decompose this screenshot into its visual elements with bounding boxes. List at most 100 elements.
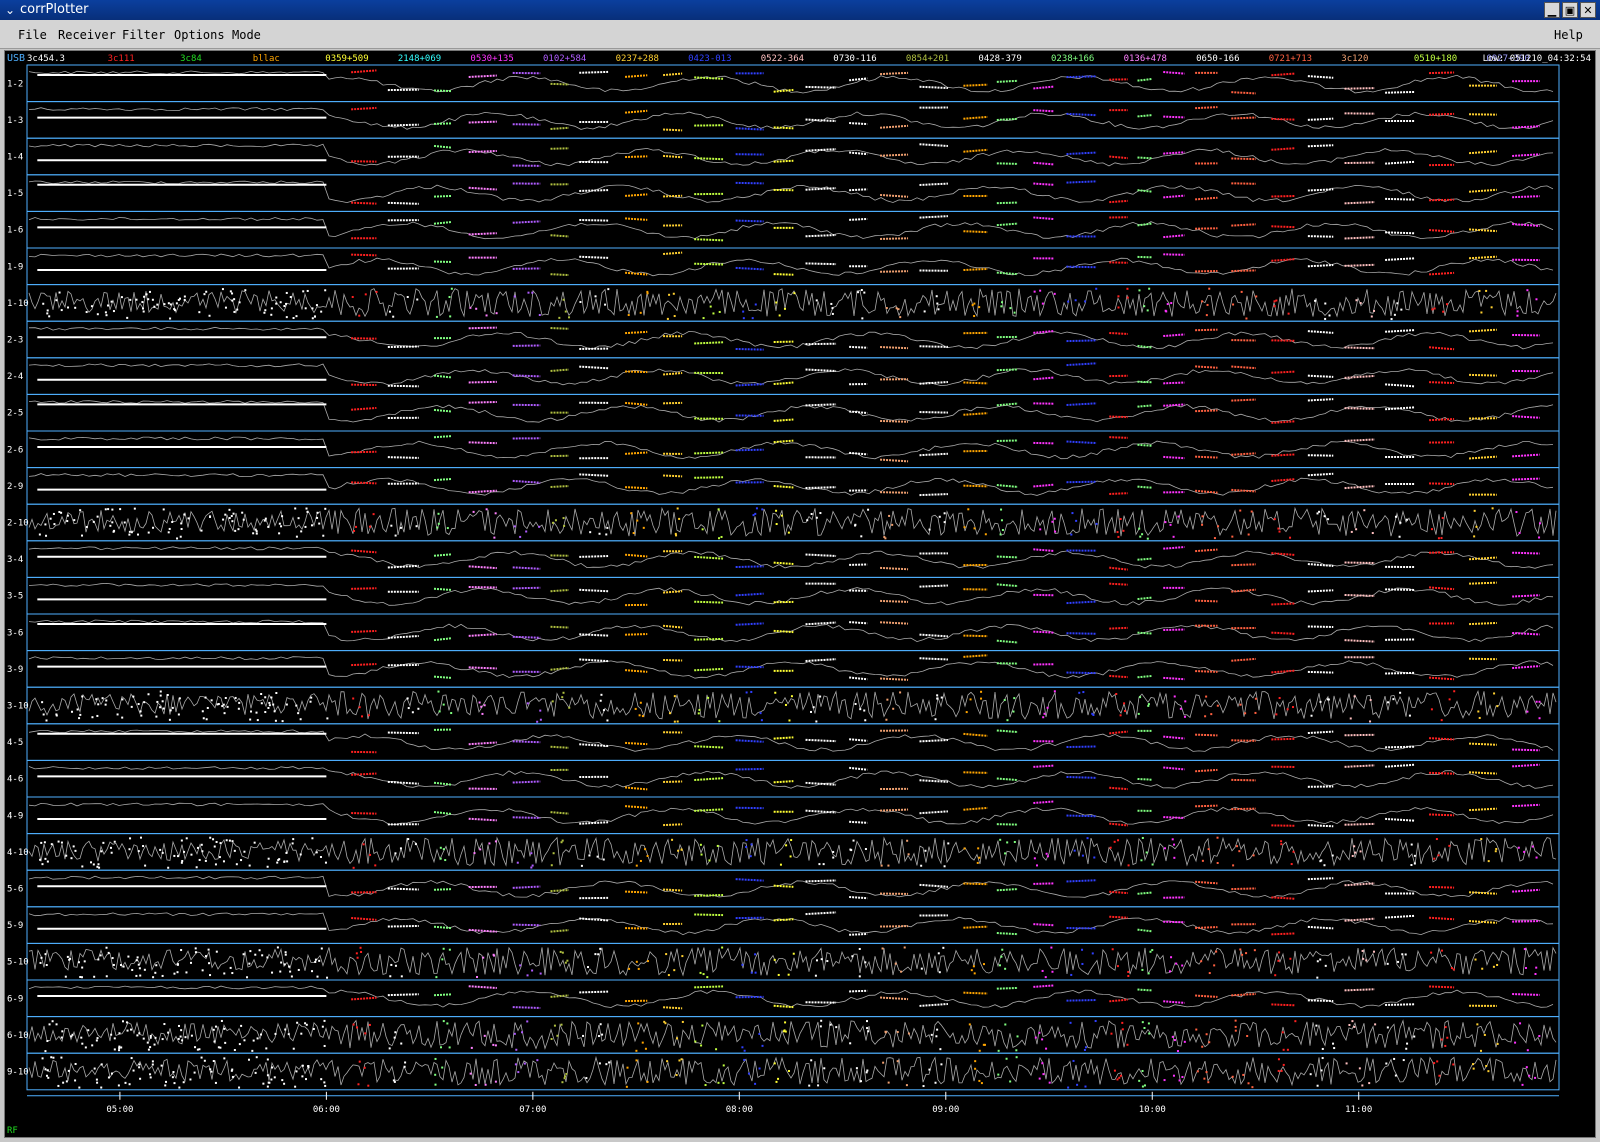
window-menu-icon[interactable]: ⌄ — [2, 2, 18, 18]
data-point — [254, 953, 257, 956]
data-point — [882, 1061, 885, 1064]
data-point — [270, 1078, 273, 1081]
data-point — [142, 845, 145, 848]
data-point — [1448, 698, 1451, 701]
data-point — [718, 310, 721, 313]
menu-filter[interactable]: Filter — [122, 28, 165, 42]
data-point — [92, 520, 95, 523]
data-point — [1003, 698, 1006, 701]
data-point — [194, 947, 197, 950]
data-point — [758, 1032, 761, 1035]
data-point — [417, 707, 420, 710]
data-point — [281, 720, 284, 723]
source-segment — [805, 187, 837, 191]
data-point — [128, 533, 131, 536]
source-segment — [1195, 880, 1218, 885]
data-point — [285, 851, 288, 854]
source-legend-0730-116: 0730-116 — [833, 54, 876, 64]
data-point — [1282, 1048, 1285, 1051]
data-point — [215, 840, 218, 843]
data-point — [311, 970, 314, 973]
data-point — [922, 1085, 925, 1088]
data-point — [90, 305, 93, 308]
source-segment — [1344, 639, 1375, 643]
source-segment — [1271, 602, 1296, 606]
data-point — [223, 1027, 226, 1030]
minimize-button[interactable]: ▁ — [1544, 2, 1560, 18]
menu-mode[interactable]: Mode — [232, 28, 261, 42]
data-point — [1006, 719, 1009, 722]
data-point — [978, 1079, 981, 1082]
data-point — [635, 1049, 638, 1052]
data-point — [164, 1084, 167, 1087]
data-point — [128, 1083, 131, 1086]
data-point — [1149, 950, 1152, 953]
data-point — [646, 854, 649, 857]
baseline-label-4-10: 4-10 — [7, 848, 29, 858]
data-point — [222, 518, 225, 521]
baseline-label-5-6: 5-6 — [7, 885, 23, 895]
data-point — [1084, 1046, 1087, 1049]
source-segment — [624, 553, 648, 558]
data-point — [1181, 1075, 1184, 1078]
data-point — [79, 509, 82, 512]
data-point — [55, 299, 58, 302]
maximize-button[interactable]: ▣ — [1562, 2, 1578, 18]
data-point — [1289, 536, 1292, 539]
data-point — [1408, 714, 1411, 717]
source-segment — [1033, 161, 1055, 166]
data-point — [831, 307, 834, 310]
amplitude-trace — [28, 288, 1557, 318]
data-point — [129, 298, 132, 301]
data-point — [641, 715, 644, 718]
data-point — [161, 974, 164, 977]
data-point — [1487, 1070, 1490, 1073]
data-point — [139, 836, 142, 839]
source-segment — [1163, 735, 1185, 740]
data-point — [1046, 855, 1049, 858]
source-segment — [694, 745, 724, 749]
menu-help[interactable]: Help — [1554, 28, 1583, 42]
correlation-plot-area[interactable]: USB 3c454.3 3c111 3c84 bllac 0359+509 2148+069… — [4, 50, 1596, 1138]
source-segment — [1033, 483, 1055, 488]
data-point — [248, 864, 251, 867]
source-segment — [468, 666, 497, 670]
source-segment — [1231, 563, 1256, 567]
source-segment — [468, 565, 497, 570]
title-bar[interactable]: ⌄ corrPlotter ▁ ▣ ✕ — [0, 0, 1600, 20]
panel-frame — [26, 101, 1560, 139]
data-point — [198, 858, 201, 861]
data-point — [169, 709, 172, 712]
data-point — [605, 1063, 608, 1066]
data-point — [1324, 964, 1327, 967]
data-point — [51, 1020, 54, 1023]
data-point — [153, 1043, 156, 1046]
data-point — [167, 1031, 170, 1034]
menu-options[interactable]: Options — [174, 28, 225, 42]
source-segment — [1137, 596, 1153, 601]
source-segment — [387, 887, 419, 891]
data-point — [470, 1046, 473, 1049]
data-point — [1277, 1069, 1280, 1072]
source-legend-3c454.3: 3c454.3 — [27, 54, 65, 64]
menu-file[interactable]: File — [18, 28, 47, 42]
data-point — [1526, 1049, 1529, 1052]
baseline-label-2-5: 2-5 — [7, 409, 23, 419]
data-point — [60, 511, 63, 514]
correlation-plot-canvas[interactable]: USB 3c454.3 3c111 3c84 bllac 0359+509 2148+069… — [5, 51, 1595, 1137]
panel-frame — [26, 540, 1560, 578]
data-point — [758, 1067, 761, 1070]
source-segment — [1307, 144, 1334, 148]
data-point — [1323, 515, 1326, 518]
data-point — [1213, 537, 1216, 540]
baseline-panel-2-4: 2-4 — [7, 357, 1560, 395]
source-segment — [1344, 593, 1375, 597]
data-point — [113, 1037, 116, 1040]
data-point — [322, 534, 325, 537]
close-button[interactable]: ✕ — [1580, 2, 1596, 18]
data-point — [1147, 1022, 1150, 1025]
source-segment — [694, 808, 724, 812]
menu-receiver[interactable]: Receiver — [58, 28, 116, 42]
source-segment — [1344, 438, 1375, 442]
data-point — [1043, 712, 1046, 715]
